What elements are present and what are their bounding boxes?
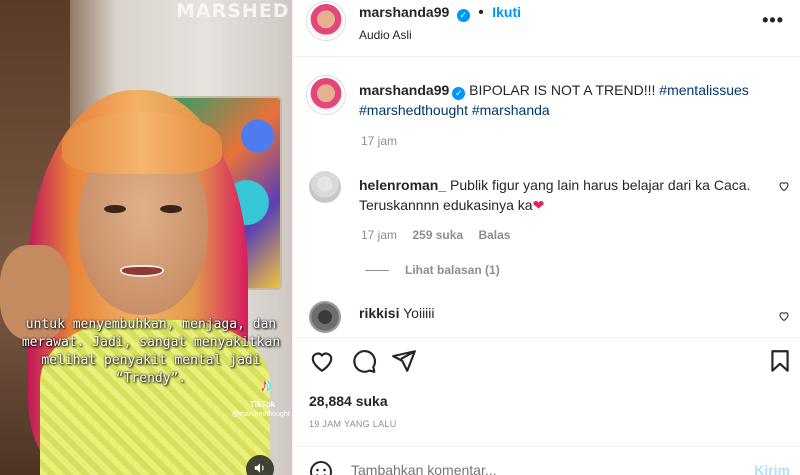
comment-input[interactable] <box>351 462 731 475</box>
heart-emoji: ❤ <box>532 197 545 213</box>
video-subtitle: untuk menyembuhkan, menjaga, dan merawat… <box>10 316 292 388</box>
post-header: marshanda99 ✓ • Ikuti Audio Asli <box>359 4 521 42</box>
heart-icon[interactable] <box>309 348 335 374</box>
speaker-icon[interactable] <box>246 455 274 475</box>
view-replies-button[interactable]: Lihat balasan (1) <box>365 263 500 277</box>
post-video[interactable]: MARSHED untuk menyembuhkan, menjaga, dan… <box>0 0 292 475</box>
heart-icon[interactable] <box>778 310 790 325</box>
comment-username[interactable]: helenroman_ <box>359 177 446 193</box>
post-sidebar: marshanda99 ✓ • Ikuti Audio Asli ••• mar… <box>292 0 800 475</box>
post-comment-button[interactable]: Kirim <box>754 462 790 475</box>
comment-item: helenroman_ Publik figur yang lain harus… <box>359 175 769 215</box>
person-mouth <box>120 265 164 277</box>
heart-icon[interactable] <box>778 180 790 195</box>
comment-item: rikkisi Yoiiiii <box>359 303 435 323</box>
video-watermark: MARSHED <box>176 0 290 22</box>
reply-button[interactable]: Balas <box>478 228 510 242</box>
comment-text: Yoiiiii <box>403 305 435 321</box>
avatar[interactable] <box>309 171 341 203</box>
verified-icon: ✓ <box>452 87 466 100</box>
speaker-icon-svg <box>254 463 264 473</box>
person-eye-left <box>104 205 126 213</box>
likes-count[interactable]: 28,884 suka <box>309 393 388 409</box>
header-username[interactable]: marshanda99 <box>359 4 449 20</box>
view-replies-label: Lihat balasan (1) <box>405 263 500 277</box>
comment-likes[interactable]: 259 suka <box>412 228 463 242</box>
hashtag-link[interactable]: #marshedthought <box>359 102 468 118</box>
hashtag-link[interactable]: #marshanda <box>472 102 550 118</box>
caption-time: 17 jam <box>361 134 398 148</box>
emoji-icon[interactable] <box>309 460 333 475</box>
bookmark-icon-svg <box>771 350 789 372</box>
separator-dot: • <box>478 4 484 21</box>
tiktok-handle: @marshedthought <box>232 411 290 418</box>
post-caption: marshanda99 ✓ BIPOLAR IS NOT A TREND!!! #… <box>359 80 779 120</box>
share-icon[interactable] <box>391 348 417 374</box>
person-bangs <box>62 112 222 174</box>
heart-icon-svg <box>779 312 789 322</box>
comment-text: Publik figur yang lain harus belajar dar… <box>450 177 751 193</box>
comment-username[interactable]: rikkisi <box>359 305 399 321</box>
audio-label[interactable]: Audio Asli <box>359 28 521 42</box>
tiktok-icon: ♪ <box>262 375 271 395</box>
divider <box>293 56 800 57</box>
comment-text: Teruskannnn edukasinya ka <box>359 197 533 213</box>
heart-icon-svg <box>311 352 333 373</box>
person-eye-right <box>160 205 182 213</box>
avatar[interactable] <box>307 76 345 114</box>
more-icon[interactable]: ••• <box>762 10 784 31</box>
verified-icon: ✓ <box>456 9 470 22</box>
comment-time: 17 jam <box>361 228 398 242</box>
caption-text: BIPOLAR IS NOT A TREND!!! <box>469 82 656 98</box>
share-icon-svg <box>392 350 416 372</box>
divider <box>365 270 389 272</box>
comment-icon-svg <box>353 350 376 373</box>
hashtag-link[interactable]: #mentalissues <box>659 82 749 98</box>
comment-meta: 17 jam 259 suka Balas <box>361 228 510 242</box>
follow-button[interactable]: Ikuti <box>492 4 521 20</box>
post-date: 19 JAM YANG LALU <box>309 419 397 429</box>
bookmark-icon[interactable] <box>767 348 793 374</box>
subtitle-line: untuk menyembuhkan, menjaga, dan <box>25 317 277 332</box>
subtitle-line: merawat. Jadi, sangat menyakitkan <box>21 335 281 350</box>
tiktok-label: TikTok <box>250 400 276 409</box>
avatar[interactable] <box>309 301 341 333</box>
subtitle-line: melihat penyakit mental jadi “Trendy”. <box>41 353 261 386</box>
divider <box>293 337 800 338</box>
heart-icon-svg <box>779 182 789 192</box>
comment-icon[interactable] <box>351 348 377 374</box>
avatar[interactable] <box>307 2 345 40</box>
emoji-icon-svg <box>310 461 332 475</box>
divider <box>293 446 800 447</box>
caption-username[interactable]: marshanda99 <box>359 82 449 98</box>
